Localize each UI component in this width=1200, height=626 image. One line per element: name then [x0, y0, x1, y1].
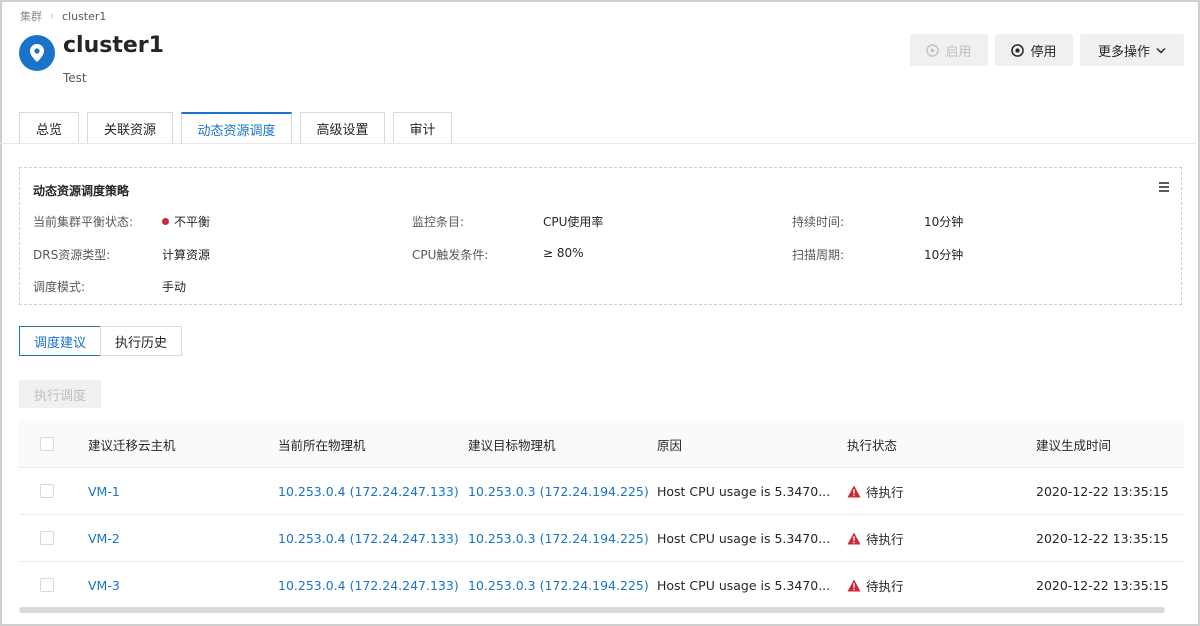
status-cell: 待执行: [847, 468, 904, 514]
scan-period-label: 扫描周期:: [792, 248, 845, 262]
column-header-status[interactable]: 执行状态: [847, 421, 897, 467]
table-row: VM-2 10.253.0.4 (172.24.247.133) 10.253.…: [19, 515, 1184, 562]
time-text: 2020-12-22 13:35:15: [1036, 483, 1169, 499]
tab-advanced-settings[interactable]: 高级设置: [300, 112, 385, 143]
trigger-label: CPU触发条件:: [412, 248, 489, 262]
breadcrumb-root[interactable]: 集群: [20, 8, 42, 24]
status-text: 待执行: [866, 531, 904, 547]
enable-button-label: 启用: [945, 44, 972, 60]
mode-value: 手动: [162, 280, 187, 294]
page-subtitle: Test: [63, 71, 87, 85]
balance-status-value: 不平衡: [162, 213, 210, 230]
table-header: 建议迁移云主机 当前所在物理机 建议目标物理机 原因 执行状态 建议生成时间: [19, 421, 1184, 468]
table-row: VM-3 10.253.0.4 (172.24.247.133) 10.253.…: [19, 562, 1184, 608]
current-host-link[interactable]: 10.253.0.4 (172.24.247.133): [278, 562, 459, 608]
drs-type-label: DRS资源类型:: [33, 248, 111, 262]
monitor-label: 监控条目:: [412, 215, 465, 229]
subtab-suggestions[interactable]: 调度建议: [19, 326, 102, 356]
disable-button[interactable]: 停用: [995, 34, 1073, 66]
horizontal-scrollbar[interactable]: [19, 607, 1165, 613]
monitor-value: CPU使用率: [543, 215, 604, 229]
more-actions-label: 更多操作: [1097, 44, 1150, 60]
page-title: cluster1: [63, 33, 164, 58]
row-checkbox[interactable]: [40, 531, 54, 545]
target-host-link[interactable]: 10.253.0.3 (172.24.194.225): [468, 515, 649, 561]
panel-title: 动态资源调度策略: [33, 184, 130, 198]
tab-bar: 总览 关联资源 动态资源调度 高级设置 审计: [19, 112, 452, 144]
location-pin-icon: [19, 35, 55, 71]
tab-drs[interactable]: 动态资源调度: [181, 112, 292, 144]
stop-circle-icon: [1011, 43, 1025, 57]
target-host-link[interactable]: 10.253.0.3 (172.24.194.225): [468, 468, 649, 514]
more-actions-button[interactable]: 更多操作: [1080, 34, 1184, 66]
mode-label: 调度模式:: [33, 280, 86, 294]
status-cell: 待执行: [847, 515, 904, 561]
trigger-value: ≥ 80%: [543, 246, 584, 260]
current-host-link[interactable]: 10.253.0.4 (172.24.247.133): [278, 515, 459, 561]
scan-period-value: 10分钟: [924, 248, 964, 262]
table-row: VM-1 10.253.0.4 (172.24.247.133) 10.253.…: [19, 468, 1184, 515]
subtab-history[interactable]: 执行历史: [100, 326, 183, 356]
breadcrumb-current: cluster1: [62, 9, 107, 23]
row-checkbox[interactable]: [40, 578, 54, 592]
warning-icon: [847, 485, 861, 497]
column-header-reason[interactable]: 原因: [657, 421, 682, 467]
target-host-link[interactable]: 10.253.0.3 (172.24.194.225): [468, 562, 649, 608]
warning-icon: [847, 532, 861, 544]
reason-text: Host CPU usage is 5.3470...: [657, 530, 831, 546]
tab-related-resources[interactable]: 关联资源: [87, 112, 173, 143]
enable-button[interactable]: 启用: [910, 34, 988, 66]
current-host-link[interactable]: 10.253.0.4 (172.24.247.133): [278, 468, 459, 514]
play-circle-icon: [926, 43, 940, 57]
status-dot-icon: [162, 218, 169, 225]
column-header-target-host[interactable]: 建议目标物理机: [468, 421, 556, 467]
drs-strategy-panel: 动态资源调度策略 当前集群平衡状态: 不平衡 DRS资源类型: 计算资源 调度模…: [19, 167, 1182, 305]
status-text: 待执行: [866, 578, 904, 594]
warning-icon: [847, 579, 861, 591]
duration-label: 持续时间:: [792, 215, 845, 229]
disable-button-label: 停用: [1030, 44, 1057, 60]
vm-link[interactable]: VM-2: [88, 515, 120, 561]
reason-text: Host CPU usage is 5.3470...: [657, 483, 831, 499]
column-header-time[interactable]: 建议生成时间: [1036, 421, 1111, 467]
vm-link[interactable]: VM-3: [88, 562, 120, 608]
tab-audit[interactable]: 审计: [393, 112, 452, 143]
breadcrumb: 集群 › cluster1: [20, 8, 106, 24]
reason-text: Host CPU usage is 5.3470...: [657, 577, 831, 593]
tab-divider: [0, 143, 1196, 144]
time-text: 2020-12-22 13:35:15: [1036, 530, 1169, 546]
duration-value: 10分钟: [924, 215, 964, 229]
menu-icon[interactable]: [1159, 182, 1169, 194]
column-header-current-host[interactable]: 当前所在物理机: [278, 421, 366, 467]
vm-link[interactable]: VM-1: [88, 468, 120, 514]
row-checkbox[interactable]: [40, 484, 54, 498]
tab-overview[interactable]: 总览: [19, 112, 79, 143]
status-text: 待执行: [866, 484, 904, 500]
status-cell: 待执行: [847, 562, 904, 608]
balance-status-label: 当前集群平衡状态:: [33, 215, 134, 229]
suggestion-table: 建议迁移云主机 当前所在物理机 建议目标物理机 原因 执行状态 建议生成时间 V…: [19, 421, 1184, 608]
column-header-vm[interactable]: 建议迁移云主机: [88, 421, 176, 467]
drs-type-value: 计算资源: [162, 248, 211, 262]
chevron-right-icon: ›: [50, 10, 54, 22]
chevron-down-icon: [1156, 47, 1166, 53]
balance-status-text: 不平衡: [174, 215, 211, 229]
subtab-group: 调度建议 执行历史: [19, 326, 183, 356]
time-text: 2020-12-22 13:35:15: [1036, 577, 1169, 593]
select-all-checkbox[interactable]: [40, 437, 54, 451]
execute-schedule-button[interactable]: 执行调度: [19, 380, 101, 408]
